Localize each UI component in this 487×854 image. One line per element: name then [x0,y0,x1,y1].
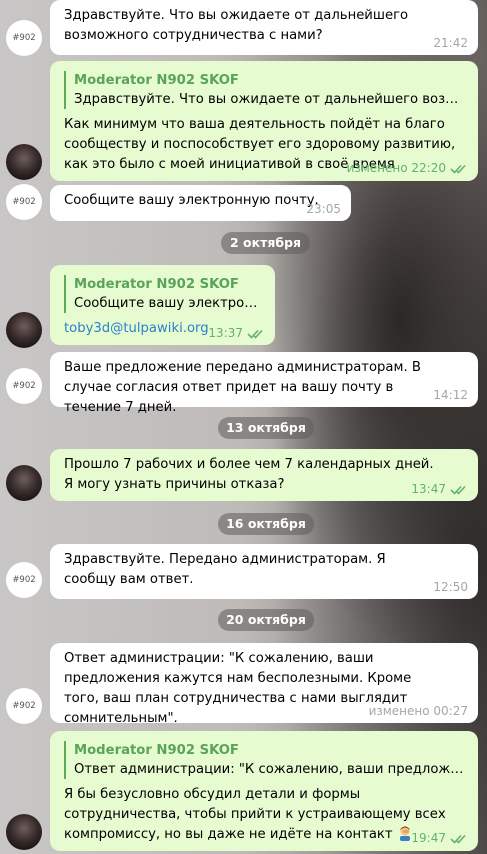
message-time: изменено 22:20 [347,161,468,175]
date-separator: 2 октября [221,232,310,254]
message-text: Прошло 7 рабочих и более чем 7 календарн… [64,457,438,492]
message-time: 13:37 [208,326,265,340]
user-avatar[interactable] [6,465,42,501]
user-avatar[interactable] [6,814,42,850]
avatar-label: #902 [12,575,36,585]
sender-avatar[interactable]: #902 [6,184,42,220]
date-separator: 13 октября [218,417,314,439]
user-avatar[interactable] [6,144,42,180]
message-time: 19:47 [411,831,468,845]
avatar-label: #902 [12,381,36,391]
double-check-icon [450,485,466,495]
message-bubble[interactable]: Ваше предложение передано администратора… [50,352,478,415]
date-label: 13 октября [226,420,306,435]
message-bubble[interactable]: Moderator N902 SKOF Ответ администрации:… [50,731,478,851]
message-time: 21:42 [433,36,468,50]
avatar-label: #902 [12,197,36,207]
sender-avatar[interactable]: #902 [6,688,42,724]
time-label: 13:47 [411,482,446,496]
sender-avatar[interactable]: #902 [6,368,42,404]
message-bubble[interactable]: Moderator N902 SKOF Здравствуйте. Что вы… [50,61,478,181]
message-text: Сообщите вашу электронную почту. [64,193,319,208]
message-bubble[interactable]: Здравствуйте. Что вы ожидаете от дальней… [50,0,478,55]
message-bubble[interactable]: Здравствуйте. Передано администраторам. … [50,544,478,599]
reply-author: Moderator N902 SKOF [74,73,239,88]
message-text: Ваше предложение передано администратора… [64,360,426,415]
reply-author: Moderator N902 SKOF [74,277,239,292]
reply-snippet: Ответ администрации: "К сожалению, ваши … [74,762,466,777]
message-bubble[interactable]: Ответ администрации: "К сожалению, ваши … [50,643,478,726]
date-label: 20 октября [226,612,306,627]
message-bubble[interactable]: Moderator N902 SKOF Сообщите вашу электр… [50,265,275,345]
sender-avatar[interactable]: #902 [6,20,42,56]
message-time: 14:12 [433,388,468,402]
reply-quote[interactable]: Moderator N902 SKOF Ответ администрации:… [64,741,466,779]
reply-snippet: Сообщите вашу электронную почту. [74,296,262,311]
message-time: 23:05 [306,202,341,216]
double-check-icon [450,834,466,844]
reply-quote[interactable]: Moderator N902 SKOF Сообщите вашу электр… [64,275,263,313]
double-check-icon [450,164,466,174]
message-time: изменено 00:27 [368,704,468,718]
avatar-label: #902 [12,701,36,711]
man-facepalming-emoji-icon [399,826,410,841]
reply-quote[interactable]: Moderator N902 SKOF Здравствуйте. Что вы… [64,71,466,109]
sender-avatar[interactable]: #902 [6,562,42,598]
message-body: Я бы безусловно обсудил детали и формы с… [64,785,469,845]
user-avatar[interactable] [6,312,42,348]
date-label: 2 октября [229,235,302,250]
date-separator: 16 октября [218,513,314,535]
time-label: 19:47 [411,831,446,845]
message-time: 13:47 [411,482,468,496]
reply-snippet: Здравствуйте. Что вы ожидаете от дальней… [74,92,466,107]
message-text: Здравствуйте. Что вы ожидаете от дальней… [64,8,413,43]
date-label: 16 октября [226,516,306,531]
double-check-icon [247,329,263,339]
time-label: 13:37 [208,326,243,340]
reply-author: Moderator N902 SKOF [74,743,239,758]
message-text: Здравствуйте. Передано администраторам. … [64,552,390,587]
time-label: изменено 22:20 [346,161,446,175]
message-bubble[interactable]: Сообщите вашу электронную почту. 23:05 [50,185,351,221]
date-separator: 20 октября [218,609,314,631]
email-link[interactable]: toby3d@tulpawiki.org [64,321,209,336]
message-text: Я бы безусловно обсудил детали и формы с… [64,787,450,842]
avatar-label: #902 [12,33,36,43]
message-time: 12:50 [433,580,468,594]
message-bubble[interactable]: Прошло 7 рабочих и более чем 7 календарн… [50,449,478,501]
